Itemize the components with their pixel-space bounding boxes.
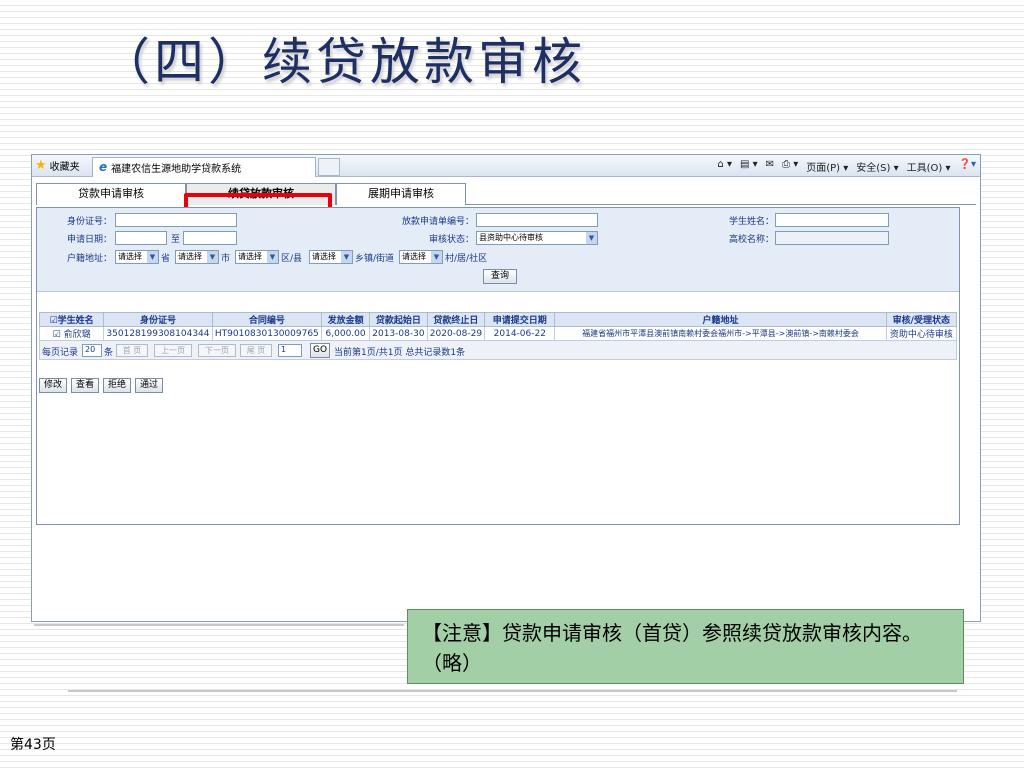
page-menu[interactable]: 页面(P) ▾ (806, 159, 848, 174)
table-row[interactable]: ☑ 俞欣璐 350128199308104344 HT9010830130009… (38, 326, 958, 341)
province-select[interactable]: 请选择 (115, 250, 159, 264)
view-button[interactable]: 查看 (71, 378, 100, 393)
date-to-label: 至 (171, 235, 181, 245)
module-tabbar: 贷款申请审核 续贷放款审核 展期申请审核 (36, 181, 976, 205)
browser-command-bar: ⌂ ▾ ▤ ▾ ✉ ⎙ ▾ 页面(P) ▾ 安全(S) ▾ 工具(O) ▾ ❓▾ (717, 159, 976, 174)
feeds-icon[interactable]: ▤ ▾ (740, 159, 758, 174)
favorites-label: 收藏夹 (49, 162, 80, 173)
search-panel: 身份证号： 放款申请单编号： 学生姓名： 申请日期： 至 审核状态： 县资助中心… (37, 208, 959, 292)
pager-summary: 当前第1页/共1页 总共记录数1条 (334, 348, 466, 358)
per-page-input[interactable]: 20 (82, 344, 102, 357)
page-number: 第43页 (10, 737, 56, 753)
browser-toolbar: ★ 收藏夹 e 福建农信生源地助学贷款系统 ⌂ ▾ ▤ ▾ ✉ ⎙ ▾ 页面(P… (32, 155, 980, 177)
date-from-input[interactable] (115, 231, 167, 245)
school-input[interactable] (775, 231, 889, 245)
col-status: 审核/受理状态 (885, 312, 958, 327)
row-checkbox[interactable]: ☑ (53, 330, 64, 340)
cell-id: 350128199308104344 (103, 326, 213, 341)
cell-start: 2013-08-30 (369, 326, 428, 341)
action-bar: 修改 查看 拒绝 通过 (39, 378, 164, 393)
loan-no-input[interactable] (476, 213, 598, 227)
reject-button[interactable]: 拒绝 (103, 378, 132, 393)
ie-icon: e (99, 160, 108, 174)
date-to-input[interactable] (183, 231, 237, 245)
slide-title: （四）续贷放款审核 (100, 33, 586, 91)
print-icon[interactable]: ⎙ ▾ (782, 159, 798, 174)
cell-amount: 6,000.00 (320, 326, 371, 341)
status-select[interactable]: 县资助中心待审核 (476, 231, 598, 245)
col-amount: 发放金额 (320, 312, 371, 327)
district-select[interactable]: 请选择 (235, 250, 279, 264)
cell-contract: HT9010830130009765 (211, 326, 322, 341)
edit-button[interactable]: 修改 (39, 378, 68, 393)
district-label: 区/县 (281, 254, 303, 264)
next-page-button[interactable]: 下一页 (198, 344, 236, 357)
col-id: 身份证号 (103, 312, 213, 327)
footer-line (68, 690, 957, 692)
cell-status: 资助中心待审核 (885, 326, 958, 341)
approve-button[interactable]: 通过 (135, 378, 164, 393)
town-label: 乡镇/街道 (355, 254, 395, 264)
id-input[interactable] (115, 213, 237, 227)
apply-date-label: 申请日期： (67, 235, 113, 245)
id-label: 身份证号： (67, 217, 113, 227)
city-select[interactable]: 请选择 (175, 250, 219, 264)
browser-tab-title: 福建农信生源地助学贷款系统 (111, 163, 242, 175)
browser-window: ★ 收藏夹 e 福建农信生源地助学贷款系统 ⌂ ▾ ▤ ▾ ✉ ⎙ ▾ 页面(P… (31, 154, 981, 622)
province-label: 省 (161, 254, 171, 264)
col-start: 贷款起始日 (369, 312, 428, 327)
tools-menu[interactable]: 工具(O) ▾ (907, 159, 951, 174)
student-name-input[interactable] (775, 213, 889, 227)
last-page-button[interactable]: 尾 页 (240, 344, 272, 357)
per-page-unit: 条 (104, 348, 114, 358)
tab-loan-apply-review[interactable]: 贷款申请审核 (36, 183, 186, 205)
tab-extension-review[interactable]: 展期申请审核 (336, 183, 466, 205)
review-panel: 身份证号： 放款申请单编号： 学生姓名： 申请日期： 至 审核状态： 县资助中心… (36, 207, 960, 525)
village-select[interactable]: 请选择 (399, 250, 443, 264)
query-button[interactable]: 查询 (483, 269, 517, 284)
mail-icon[interactable]: ✉ (766, 159, 774, 174)
note-box: 【注意】贷款申请审核（首贷）参照续贷放款审核内容。（略） (407, 609, 964, 684)
table-header-row: ☑学生姓名 身份证号 合同编号 发放金额 贷款起始日 贷款终止日 申请提交日期 … (38, 312, 958, 327)
favorites-button[interactable]: ★ 收藏夹 (32, 158, 92, 173)
col-student-name[interactable]: ☑学生姓名 (38, 312, 105, 327)
page-content: 贷款申请审核 续贷放款审核 展期申请审核 身份证号： 放款申请单编号： 学生姓名… (32, 177, 980, 622)
browser-tab[interactable]: e 福建农信生源地助学贷款系统 (92, 156, 316, 177)
village-label: 村/居/社区 (445, 254, 488, 264)
city-label: 市 (221, 254, 231, 264)
result-table: ☑学生姓名 身份证号 合同编号 发放金额 贷款起始日 贷款终止日 申请提交日期 … (38, 312, 958, 341)
loan-no-label: 放款申请单编号： (402, 217, 475, 227)
star-icon: ★ (35, 158, 47, 173)
col-contract: 合同编号 (211, 312, 322, 327)
new-tab-button[interactable] (318, 158, 340, 176)
select-all-checkbox[interactable]: ☑ (50, 316, 58, 326)
home-icon[interactable]: ⌂ ▾ (717, 159, 732, 174)
cell-submit: 2014-06-22 (484, 326, 556, 341)
col-end: 贷款终止日 (426, 312, 486, 327)
student-name-label: 学生姓名： (729, 217, 775, 227)
status-label: 审核状态： (429, 235, 475, 245)
town-select[interactable]: 请选择 (309, 250, 353, 264)
address-label: 户籍地址： (67, 254, 113, 264)
school-label: 高校名称： (729, 235, 775, 245)
first-page-button[interactable]: 首 页 (116, 344, 148, 357)
cell-name: ☑ 俞欣璐 (38, 326, 105, 341)
col-submit: 申请提交日期 (484, 312, 556, 327)
divider-line (34, 624, 404, 626)
cell-address: 福建省福州市平潭县澳前镇南赖村委会福州市->平潭县->澳前镇->南赖村委会 (554, 326, 887, 341)
go-button[interactable]: GO (310, 343, 330, 358)
prev-page-button[interactable]: 上一页 (154, 344, 192, 357)
safety-menu[interactable]: 安全(S) ▾ (856, 159, 898, 174)
page-input[interactable]: 1 (278, 344, 302, 357)
col-address: 户籍地址 (554, 312, 887, 327)
per-page-label: 每页记录 (42, 348, 79, 358)
cell-end: 2020-08-29 (426, 326, 486, 341)
pager: 每页记录 20 条 首 页 上一页 下一页 尾 页 1 GO 当前第1页/共1页… (39, 340, 957, 360)
help-icon[interactable]: ❓▾ (959, 159, 976, 174)
